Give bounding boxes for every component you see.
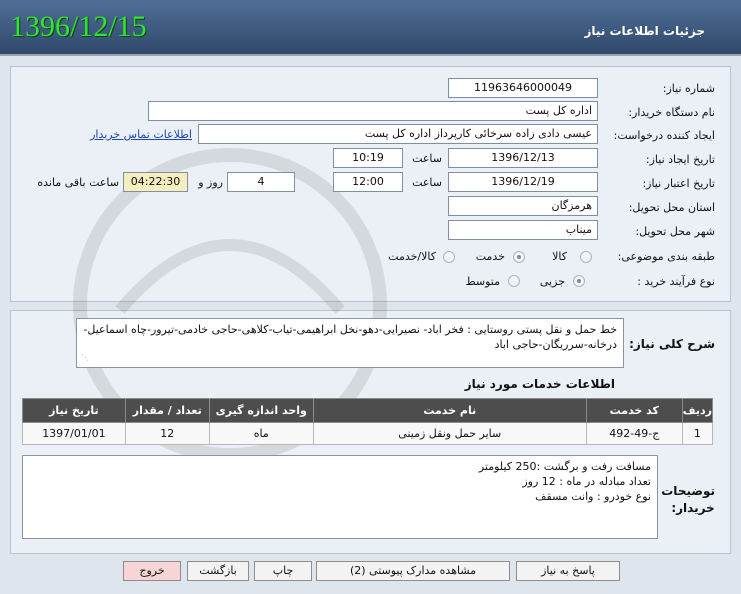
validity-time-label: ساعت — [412, 176, 442, 189]
process-radio-medium[interactable] — [508, 275, 520, 287]
requester-field: عیسی دادی زاده سرخائی کارپرداز اداره کل … — [198, 124, 598, 144]
services-table: ردیف کد خدمت نام خدمت واحد اندازه گیری ت… — [22, 398, 714, 445]
col-service-code: کد خدمت — [585, 398, 683, 423]
validity-date-label: تاریخ اعتبار نیاز: — [642, 177, 715, 190]
col-service-name: نام خدمت — [312, 398, 587, 423]
buyer-note-line: نوع خودرو : وانت مسقف — [535, 490, 651, 503]
buyer-note-line: مسافت رفت و برگشت :250 کیلومتر — [478, 460, 651, 473]
process-label: نوع فرآیند خرید : — [637, 275, 715, 288]
cell-unit: ماه — [208, 422, 314, 445]
cell-row-number: 1 — [681, 422, 714, 445]
category-label: طبقه بندی موضوعی: — [617, 250, 715, 263]
col-unit: واحد اندازه گیری — [208, 398, 314, 423]
reply-button[interactable]: پاسخ به نیاز — [516, 561, 620, 581]
created-date-field: 1396/12/13 — [448, 148, 598, 168]
cell-service-code: ج-49-492 — [585, 422, 683, 445]
summary-text: خط حمل و نقل پستی روستایی : فخر اباد- نص… — [83, 323, 617, 351]
need-number-label: شماره نیاز: — [662, 82, 715, 95]
need-details-window: 1396/12/15 جزئیات اطلاعات نیاز شماره نیا… — [0, 0, 741, 594]
cell-quantity: 12 — [124, 422, 210, 445]
validity-date-field: 1396/12/19 — [448, 172, 598, 192]
page-title: جزئیات اطلاعات نیاز — [584, 24, 705, 38]
category-option-goods-service: کالا/خدمت — [388, 250, 436, 263]
remaining-days-field: 4 — [227, 172, 295, 192]
header-date: 1396/12/15 — [10, 10, 147, 43]
created-time-label: ساعت — [412, 152, 442, 165]
col-need-date: تاریخ نیاز — [22, 398, 126, 423]
category-radio-goods[interactable] — [580, 251, 592, 263]
created-time-field: 10:19 — [333, 148, 403, 168]
remaining-time-field: 04:22:30 — [123, 172, 188, 192]
buyer-org-label: نام دستگاه خریدار: — [628, 106, 715, 119]
city-label: شهر محل تحویل: — [635, 225, 715, 238]
resize-grip-icon: ⋰ — [81, 353, 89, 362]
category-option-goods: کالا — [552, 250, 567, 263]
city-field: میناب — [448, 220, 598, 240]
summary-label: شرح کلی نیاز: — [629, 337, 715, 351]
buyer-note-line: تعداد مبادله در ماه : 12 روز — [522, 475, 651, 488]
need-number-field: 11963646000049 — [448, 78, 598, 98]
table-row: 1 ج-49-492 سایر حمل ونقل زمینی ماه 12 13… — [22, 422, 714, 445]
days-label: روز و — [198, 176, 223, 189]
cell-need-date: 1397/01/01 — [22, 422, 126, 445]
print-button[interactable]: چاپ — [254, 561, 312, 581]
buyer-org-field: اداره کل پست — [148, 101, 598, 121]
category-option-service: خدمت — [475, 250, 505, 263]
province-label: استان محل تحویل: — [628, 201, 715, 214]
requester-label: ایجاد کننده درخواست: — [613, 129, 715, 142]
col-quantity: تعداد / مقدار — [124, 398, 210, 423]
col-row-number: ردیف — [681, 398, 714, 423]
view-attachments-button[interactable]: مشاهده مدارک پیوستی (2) — [316, 561, 510, 581]
created-date-label: تاریخ ایجاد نیاز: — [645, 153, 715, 166]
buyer-notes-label: توضیحات خریدار: — [661, 484, 715, 515]
services-section-title: اطلاعات خدمات مورد نیاز — [464, 377, 615, 391]
summary-textarea[interactable]: خط حمل و نقل پستی روستایی : فخر اباد- نص… — [76, 318, 624, 368]
validity-time-field: 12:00 — [333, 172, 403, 192]
header-bar: 1396/12/15 جزئیات اطلاعات نیاز — [0, 0, 741, 56]
table-header-row: ردیف کد خدمت نام خدمت واحد اندازه گیری ت… — [22, 398, 714, 423]
cell-service-name: سایر حمل ونقل زمینی — [312, 422, 587, 445]
buyer-notes-textarea[interactable]: مسافت رفت و برگشت :250 کیلومتر تعداد مبا… — [22, 455, 658, 539]
remaining-time-label: ساعت باقی مانده — [37, 176, 119, 189]
exit-button[interactable]: خروج — [123, 561, 181, 581]
category-radio-service[interactable] — [513, 251, 525, 263]
process-option-minor: جزیی — [539, 275, 565, 288]
process-radio-minor[interactable] — [573, 275, 585, 287]
province-field: هرمزگان — [448, 196, 598, 216]
category-radio-goods-service[interactable] — [443, 251, 455, 263]
buyer-contact-link[interactable]: اطلاعات تماس خریدار — [90, 128, 192, 141]
back-button[interactable]: بازگشت — [187, 561, 249, 581]
process-option-medium: متوسط — [465, 275, 500, 288]
